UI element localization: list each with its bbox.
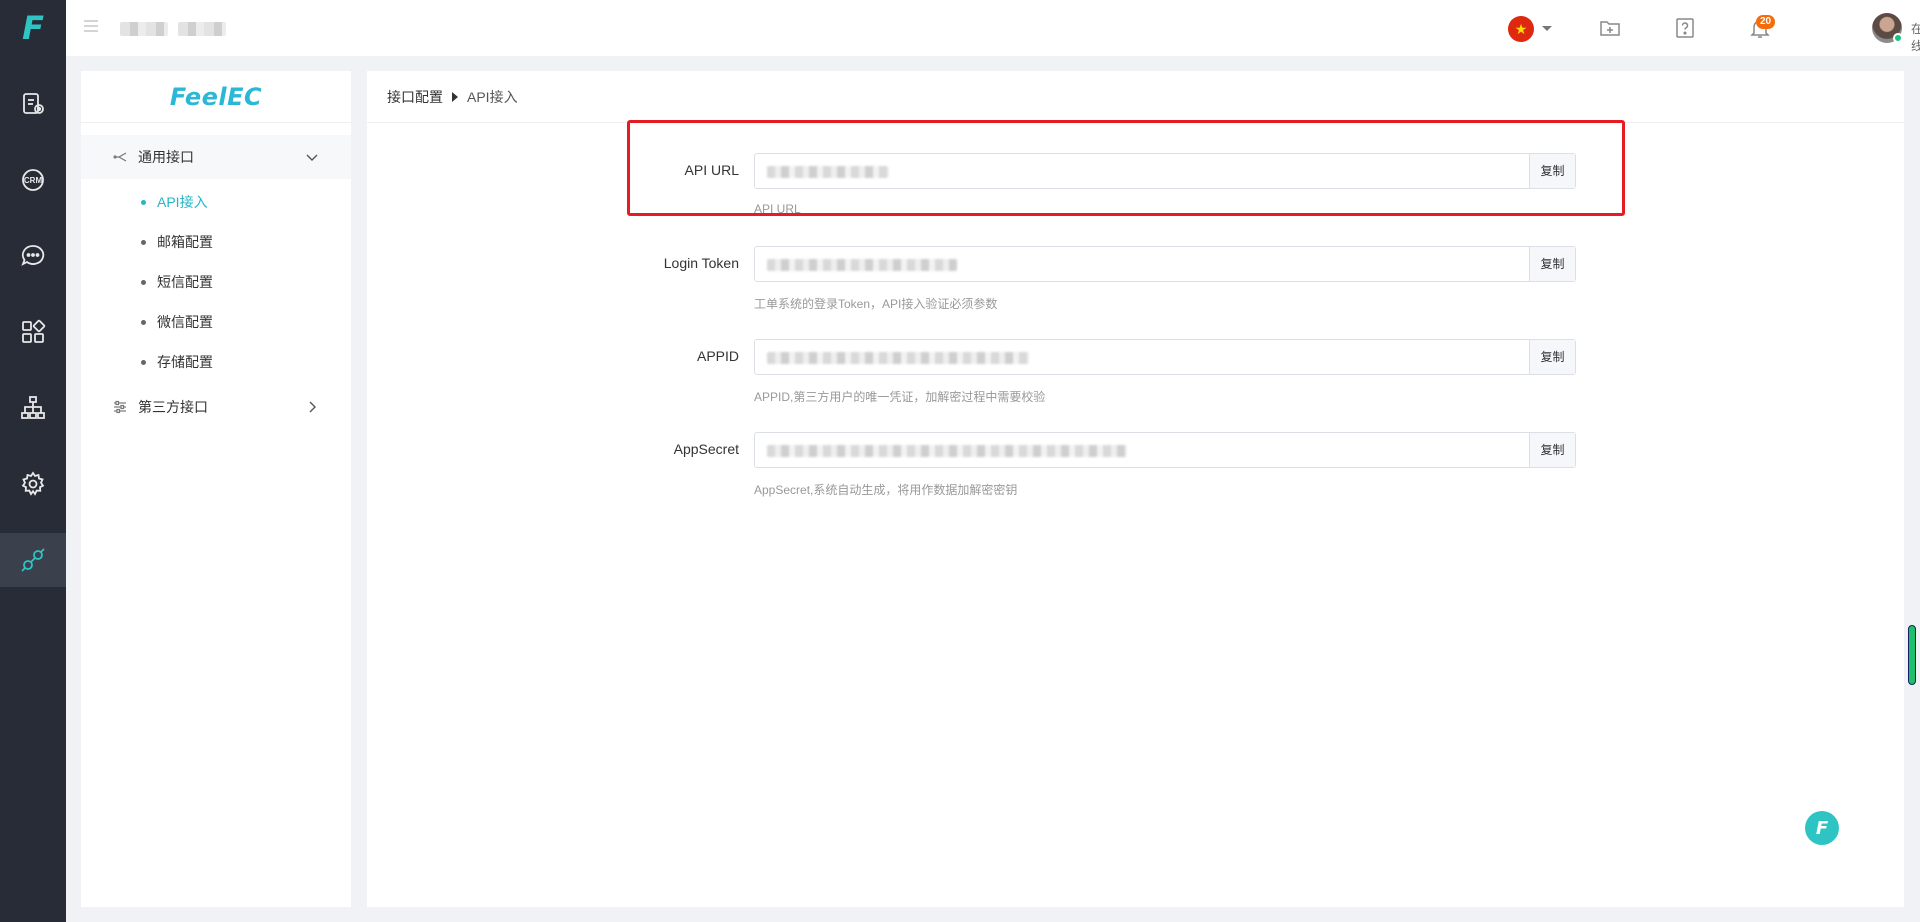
floating-assistant-button[interactable]: F [1805, 811, 1839, 845]
settings-sidebar: FeelEC 通用接口 API接入 邮箱配置 短信配置 微信配置 存储配置 第三… [81, 71, 351, 907]
folder-add-icon[interactable] [1598, 16, 1622, 40]
field-hint: 工单系统的登录Token，API接入验证必须参数 [754, 297, 998, 311]
chevron-down-icon [306, 154, 318, 161]
scroll-handle[interactable] [1908, 625, 1916, 685]
top-header: ★ 20 在线 [66, 0, 1920, 56]
avatar[interactable] [1872, 13, 1903, 43]
sidebar-item-label: 短信配置 [157, 274, 213, 290]
crm-icon-text: CRM [24, 176, 43, 185]
chat-icon[interactable] [0, 229, 66, 283]
appsecret-input[interactable]: 复制 [754, 432, 1576, 468]
field-hint: APPID,第三方用户的唯一凭证，加解密过程中需要校验 [754, 390, 1046, 404]
bullet-icon [141, 239, 146, 245]
sidebar-item-email[interactable]: 邮箱配置 [81, 223, 351, 261]
login-token-input[interactable]: 复制 [754, 246, 1576, 282]
field-hint: AppSecret,系统自动生成，将用作数据加解密密钥 [754, 483, 1018, 497]
api-url-input[interactable]: 复制 [754, 153, 1576, 189]
sidebar-item-label: API接入 [157, 194, 208, 210]
sidebar-item-wechat[interactable]: 微信配置 [81, 303, 351, 341]
language-caret-icon[interactable] [1542, 26, 1552, 31]
sidebar-item-label: 邮箱配置 [157, 234, 213, 250]
online-dot-icon [1893, 33, 1903, 43]
blurred-value [767, 352, 1029, 364]
copy-button[interactable]: 复制 [1529, 247, 1575, 281]
breadcrumb-arrow-icon [452, 91, 458, 102]
bullet-icon [141, 279, 146, 285]
field-label: API URL [684, 162, 739, 178]
menu-toggle-icon[interactable] [84, 20, 98, 36]
bullet-icon [141, 199, 146, 205]
sidebar-group-label: 第三方接口 [138, 399, 208, 415]
breadcrumb-parent[interactable]: 接口配置 [387, 87, 443, 107]
blurred-title-part [178, 22, 226, 36]
copy-button[interactable]: 复制 [1529, 340, 1575, 374]
org-chart-icon[interactable] [0, 381, 66, 435]
sidebar-item-label: 微信配置 [157, 314, 213, 330]
bullet-icon [141, 319, 146, 325]
sidebar-group-label: 通用接口 [138, 149, 194, 165]
sidebar-group-general[interactable]: 通用接口 [81, 135, 351, 179]
appid-input[interactable]: 复制 [754, 339, 1576, 375]
field-label: AppSecret [673, 441, 739, 457]
branch-icon [113, 152, 127, 162]
copy-button[interactable]: 复制 [1529, 154, 1575, 188]
blurred-value [767, 445, 1127, 457]
sidebar-item-storage[interactable]: 存储配置 [81, 343, 351, 381]
copy-button[interactable]: 复制 [1529, 433, 1575, 467]
breadcrumb: 接口配置 API接入 [367, 71, 1904, 123]
sliders-icon [114, 400, 126, 414]
ticket-icon[interactable] [0, 77, 66, 131]
sidebar-item-sms[interactable]: 短信配置 [81, 263, 351, 301]
gear-icon[interactable] [0, 457, 66, 511]
blurred-value [767, 166, 889, 178]
blurred-title-part [120, 22, 168, 36]
sidebar-item-label: 存储配置 [157, 354, 213, 370]
left-icon-rail: F CRM [0, 0, 66, 922]
app-logo[interactable]: F [0, 0, 66, 56]
apps-icon[interactable] [0, 305, 66, 359]
field-label: APPID [696, 348, 739, 364]
breadcrumb-current: API接入 [467, 88, 518, 105]
chevron-right-icon [309, 401, 316, 413]
brand-logo: FeelEC [81, 71, 351, 123]
blurred-value [767, 259, 957, 271]
sidebar-item-api-access[interactable]: API接入 [81, 183, 351, 221]
api-link-icon[interactable] [0, 533, 66, 587]
user-status[interactable]: 在线 [1911, 20, 1920, 54]
language-flag-icon[interactable]: ★ [1508, 16, 1534, 42]
crm-icon[interactable]: CRM [0, 153, 66, 207]
main-content: 接口配置 API接入 API URL 复制 API URL Login Toke… [367, 71, 1904, 907]
field-label: Login Token [663, 255, 739, 271]
help-icon[interactable] [1673, 16, 1697, 40]
sidebar-group-third-party[interactable]: 第三方接口 [81, 385, 351, 429]
notification-badge: 20 [1756, 15, 1776, 29]
bullet-icon [141, 359, 146, 365]
field-hint: API URL [754, 202, 801, 216]
